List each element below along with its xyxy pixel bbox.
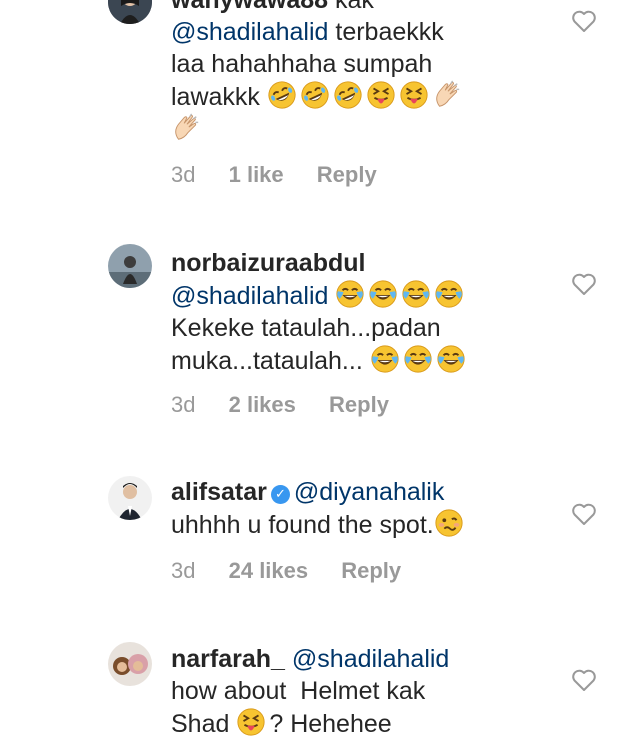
woozy-emoji [434, 508, 464, 538]
comment-text: kak [334, 0, 374, 14]
tongue-wink-emoji [399, 80, 429, 110]
comment-body: wanywawa88 kak @shadilahalid terbaekkk l… [171, 0, 531, 146]
comments-feed: wanywawa88 kak @shadilahalid terbaekkk l… [0, 0, 640, 750]
comment-text: muka...tataulah... [171, 347, 363, 375]
comment-likes[interactable]: 2 likes [229, 392, 296, 418]
like-heart-icon[interactable] [571, 502, 597, 526]
comment-text: Kekeke tataulah...padan [171, 314, 441, 342]
joy-emoji [436, 344, 466, 374]
comment-text: Shad [171, 710, 230, 738]
comment-username[interactable]: alifsatar [171, 478, 267, 506]
joy-emoji [368, 279, 398, 309]
reply-button[interactable]: Reply [329, 392, 389, 418]
comment-mention[interactable]: @shadilahalid [292, 645, 449, 673]
joy-emoji [434, 279, 464, 309]
clap-emoji [171, 113, 201, 143]
comment-mention[interactable]: @diyanahalik [294, 478, 444, 506]
comment-username[interactable]: wanywawa88 [171, 0, 328, 14]
joy-emoji [370, 344, 400, 374]
tongue-wink-emoji [366, 80, 396, 110]
verified-badge-icon: ✓ [270, 485, 290, 504]
comment-mention[interactable]: @shadilahalid [171, 282, 328, 310]
comment-text: ? Hehehee [269, 710, 392, 738]
tongue-wink-emoji [236, 707, 266, 737]
comment-body: narfarah_ @shadilahalid how about Helmet… [171, 643, 531, 740]
like-heart-icon[interactable] [571, 272, 597, 296]
comment-meta: 3d 1 like Reply [171, 162, 404, 188]
comment-likes[interactable]: 24 likes [229, 558, 309, 584]
comment-mention[interactable]: @shadilahalid [171, 18, 328, 46]
comment-username[interactable]: norbaizuraabdul [171, 249, 365, 277]
comment-meta: 3d 24 likes Reply [171, 558, 428, 584]
like-heart-icon[interactable] [571, 668, 597, 692]
reply-button[interactable]: Reply [317, 162, 377, 188]
rofl-emoji [333, 80, 363, 110]
joy-emoji [403, 344, 433, 374]
comment-text: how about Helmet kak [171, 677, 426, 705]
like-heart-icon[interactable] [571, 9, 597, 33]
avatar[interactable] [108, 476, 152, 520]
comment-meta: 3d 2 likes Reply [171, 392, 416, 418]
comment-text: laa hahahhaha sumpah [171, 50, 433, 78]
clap-emoji [432, 80, 462, 110]
avatar[interactable] [108, 642, 152, 686]
comment-body: norbaizuraabdul @shadilahalid Kekeke tat… [171, 247, 531, 377]
comment-text: uhhhh u found the spot. [171, 511, 434, 539]
comment-username[interactable]: narfarah_ [171, 645, 285, 673]
comment-body: alifsatar ✓ @diyanahalik uhhhh u found the… [171, 476, 571, 541]
comment-text: terbaekkk [335, 18, 444, 46]
comment-time: 3d [171, 392, 196, 417]
comment-time: 3d [171, 558, 196, 583]
avatar[interactable] [108, 244, 152, 288]
joy-emoji [335, 279, 365, 309]
reply-button[interactable]: Reply [341, 558, 401, 584]
rofl-emoji [300, 80, 330, 110]
rofl-emoji [267, 80, 297, 110]
comment-time: 3d [171, 162, 196, 187]
comment-likes[interactable]: 1 like [229, 162, 284, 188]
avatar[interactable] [108, 0, 152, 24]
comment-text: lawakkk [171, 83, 260, 111]
joy-emoji [401, 279, 431, 309]
